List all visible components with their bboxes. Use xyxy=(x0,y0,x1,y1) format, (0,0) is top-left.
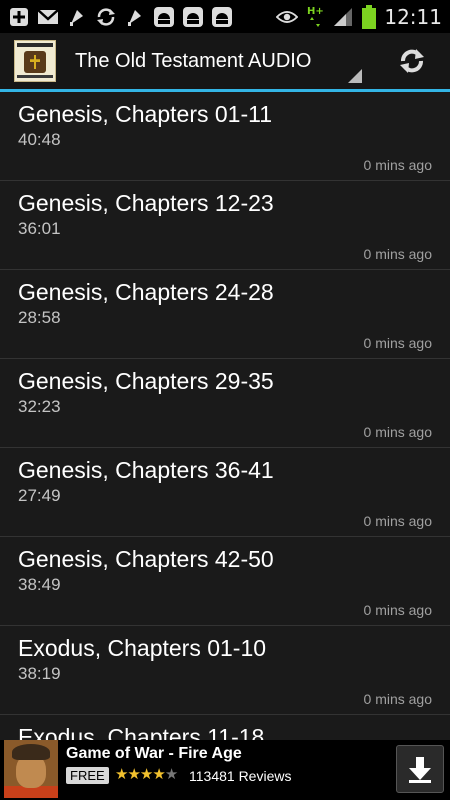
item-title: Genesis, Chapters 12-23 xyxy=(18,190,274,216)
item-timestamp: 0 mins ago xyxy=(363,335,432,351)
pin-icon xyxy=(66,6,88,28)
item-duration: 28:58 xyxy=(18,308,61,327)
star-rating: ★★★★★ xyxy=(115,765,178,783)
status-bar: H+ 12:11 xyxy=(0,0,450,33)
free-badge: FREE xyxy=(66,767,109,784)
network-type-icon: H+ xyxy=(306,6,324,28)
list-item[interactable]: Exodus, Chapters 11-18 xyxy=(0,715,450,740)
sync-icon xyxy=(95,6,117,28)
item-duration: 36:01 xyxy=(18,219,61,238)
item-title: Genesis, Chapters 01-11 xyxy=(18,101,272,127)
item-timestamp: 0 mins ago xyxy=(363,602,432,618)
ad-banner[interactable]: Game of War - Fire Age FREE ★★★★★ 113481… xyxy=(0,740,450,800)
item-duration: 38:49 xyxy=(18,575,61,594)
android-icon xyxy=(153,6,175,28)
android-icon xyxy=(211,6,233,28)
download-button[interactable] xyxy=(396,745,444,793)
item-title: Exodus, Chapters 01-10 xyxy=(18,635,267,661)
refresh-icon[interactable] xyxy=(392,41,432,81)
network-type-label: H+ xyxy=(306,5,324,17)
page-title[interactable]: The Old Testament AUDIO xyxy=(75,50,392,73)
eye-icon xyxy=(276,6,299,28)
star-empty-icon: ★ xyxy=(164,765,178,783)
ad-title[interactable]: Game of War - Fire Age xyxy=(66,745,242,763)
list-item[interactable]: Genesis, Chapters 24-28 28:58 0 mins ago xyxy=(0,270,450,359)
battery-icon xyxy=(362,4,377,29)
star-icon: ★ xyxy=(115,765,128,783)
item-title: Genesis, Chapters 29-35 xyxy=(18,368,274,394)
android-icon xyxy=(182,6,204,28)
item-timestamp: 0 mins ago xyxy=(363,513,432,529)
notification-icons xyxy=(8,6,233,28)
pin-icon xyxy=(124,6,146,28)
review-count: 113481 Reviews xyxy=(189,768,292,784)
list-item[interactable]: Genesis, Chapters 12-23 36:01 0 mins ago xyxy=(0,181,450,270)
list-item[interactable]: Genesis, Chapters 29-35 32:23 0 mins ago xyxy=(0,359,450,448)
signal-icon xyxy=(332,6,354,28)
item-timestamp: 0 mins ago xyxy=(363,691,432,707)
item-duration: 40:48 xyxy=(18,130,61,149)
download-icon xyxy=(409,757,431,783)
item-timestamp: 0 mins ago xyxy=(363,157,432,173)
gmail-icon xyxy=(37,6,59,28)
item-timestamp: 0 mins ago xyxy=(363,424,432,440)
star-icon: ★ xyxy=(127,765,140,783)
list-item[interactable]: Genesis, Chapters 36-41 27:49 0 mins ago xyxy=(0,448,450,537)
chevron-down-icon[interactable] xyxy=(348,69,362,83)
clock: 12:11 xyxy=(384,4,442,29)
list-item[interactable]: Genesis, Chapters 01-11 40:48 0 mins ago xyxy=(0,92,450,181)
item-duration: 32:23 xyxy=(18,397,61,416)
item-title: Genesis, Chapters 24-28 xyxy=(18,279,274,305)
app-logo[interactable] xyxy=(14,40,56,82)
list-item[interactable]: Exodus, Chapters 01-10 38:19 0 mins ago xyxy=(0,626,450,715)
item-timestamp: 0 mins ago xyxy=(363,246,432,262)
item-title: Exodus, Chapters 11-18 xyxy=(18,724,265,740)
system-icons: H+ 12:11 xyxy=(276,4,442,29)
item-duration: 38:19 xyxy=(18,664,61,683)
star-icon: ★ xyxy=(139,765,153,783)
star-icon: ★ xyxy=(152,765,165,783)
item-duration: 27:49 xyxy=(18,486,61,505)
item-title: Genesis, Chapters 42-50 xyxy=(18,546,274,572)
audio-list[interactable]: Genesis, Chapters 01-11 40:48 0 mins ago… xyxy=(0,92,450,740)
plus-icon xyxy=(8,6,30,28)
ad-app-icon[interactable] xyxy=(4,740,58,798)
action-bar: The Old Testament AUDIO xyxy=(0,33,450,89)
list-item[interactable]: Genesis, Chapters 42-50 38:49 0 mins ago xyxy=(0,537,450,626)
item-title: Genesis, Chapters 36-41 xyxy=(18,457,274,483)
